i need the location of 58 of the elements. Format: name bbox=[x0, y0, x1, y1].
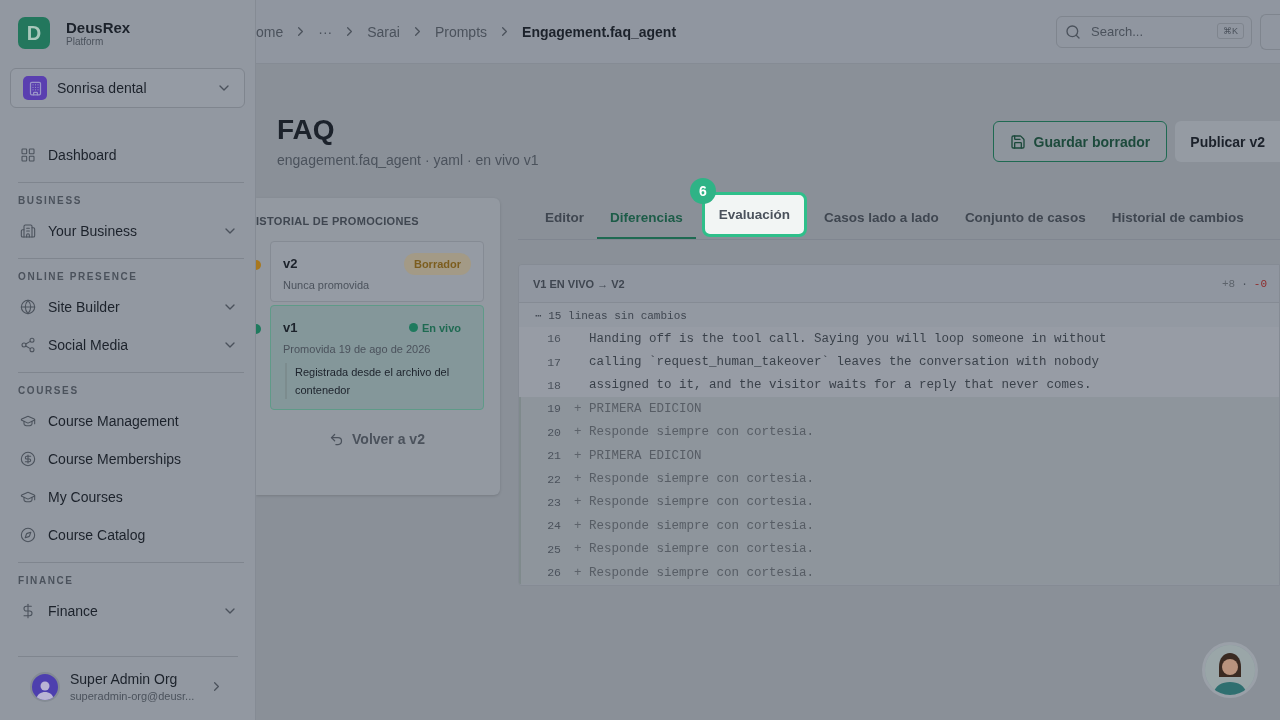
page-title: FAQ bbox=[277, 114, 336, 146]
graduation-cap-icon bbox=[20, 413, 36, 429]
diff-title: V1 EN VIVO → V2 bbox=[533, 277, 626, 290]
version-note: Registrada desde el archivo del contenedor bbox=[285, 363, 471, 399]
version-name: v1 bbox=[283, 320, 298, 335]
separator: · bbox=[1241, 277, 1248, 290]
publish-button[interactable]: Publicar v2 bbox=[1175, 121, 1280, 162]
compass-icon bbox=[20, 527, 36, 543]
dollar-coin-icon bbox=[20, 451, 36, 467]
section-heading: ONLINE PRESENCE bbox=[18, 271, 139, 282]
removed-count: -0 bbox=[1253, 277, 1267, 290]
dollar-icon bbox=[20, 603, 36, 619]
nav-item[interactable]: Site Builder bbox=[18, 288, 244, 326]
save-draft-button[interactable]: Guardar borrador bbox=[992, 121, 1168, 162]
brand-subtitle: Platform bbox=[66, 36, 105, 47]
search-icon bbox=[1065, 23, 1081, 40]
avatar-icon bbox=[30, 671, 60, 702]
shortcut-hint: ⌘K bbox=[1217, 22, 1244, 39]
status-badge: Borrador bbox=[403, 252, 471, 275]
save-icon bbox=[1009, 133, 1026, 150]
undo-icon bbox=[329, 431, 345, 447]
brand-name: DeusRex bbox=[66, 19, 131, 36]
nav-item[interactable]: My Courses bbox=[18, 478, 244, 516]
graduation-cap-icon bbox=[20, 489, 36, 505]
building-icon bbox=[23, 76, 47, 100]
share-icon bbox=[20, 337, 36, 353]
tab[interactable]: Conjunto de casos bbox=[951, 198, 1099, 239]
section-heading: BUSINESS bbox=[18, 195, 83, 206]
nav-item[interactable]: Finance bbox=[18, 592, 244, 630]
section-heading: COURSES bbox=[18, 385, 80, 396]
nav-item[interactable]: Social Media bbox=[18, 326, 244, 364]
assistant-button[interactable] bbox=[1202, 642, 1258, 698]
step-badge: 6 bbox=[689, 178, 716, 204]
nav-item[interactable]: Dashboard bbox=[18, 136, 244, 174]
tab[interactable]: Casos lado a lado bbox=[811, 198, 952, 239]
nav-item[interactable]: Course Catalog bbox=[18, 516, 244, 554]
tab[interactable]: Historial de cambios bbox=[1098, 198, 1257, 239]
building-icon bbox=[20, 223, 36, 239]
tab[interactable]: Editor bbox=[532, 198, 597, 239]
breadcrumb-link[interactable]: Engagement.faq_agent bbox=[522, 23, 677, 40]
user-menu[interactable]: Super Admin Org superadmin-org@deusr... bbox=[18, 656, 238, 702]
nav-item[interactable]: Your Business bbox=[18, 212, 244, 250]
version-name: v2 bbox=[283, 256, 298, 271]
card-title: ISTORIAL DE PROMOCIONES bbox=[256, 215, 420, 227]
status-label: En vivo bbox=[408, 321, 461, 334]
nav-item[interactable]: Course Management bbox=[18, 402, 244, 440]
collapsed-lines[interactable]: ⋯ 15 lineas sin cambios bbox=[519, 303, 1279, 327]
globe-icon bbox=[20, 299, 36, 315]
version-card[interactable]: v2 Borrador Nunca promovida bbox=[270, 241, 484, 302]
version-detail: Nunca promovida bbox=[283, 279, 371, 291]
version-detail: Promovida 19 de ago de 2026 bbox=[283, 343, 432, 355]
page-subtitle: engagement.faq_agent · yaml · en vivo v1 bbox=[277, 152, 540, 168]
brand-logo: D bbox=[18, 17, 50, 49]
version-card[interactable]: v1 En vivo Promovida 19 de ago de 2026 Registrada desde el archivo del contenedor bbox=[270, 305, 484, 410]
organization-selector[interactable]: Sonrisa dental bbox=[10, 68, 245, 108]
section-heading: FINANCE bbox=[18, 575, 75, 586]
grid-icon bbox=[20, 147, 36, 163]
nav-item[interactable]: Course Memberships bbox=[18, 440, 244, 478]
